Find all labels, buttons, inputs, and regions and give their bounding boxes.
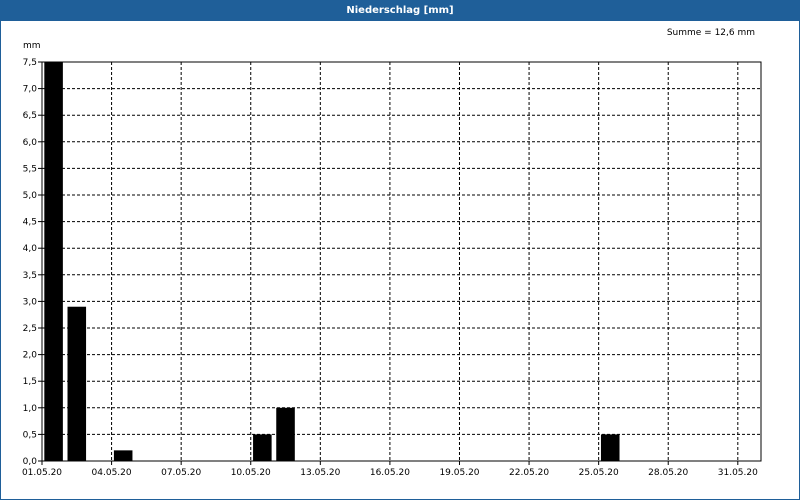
y-axis-unit-label: mm bbox=[23, 41, 41, 51]
precipitation-bar bbox=[67, 306, 87, 461]
y-tick-label: 4,5 bbox=[23, 218, 37, 228]
bar-layer bbox=[44, 62, 620, 461]
y-tick-label: 4,0 bbox=[23, 244, 38, 254]
summary-label: Summe = 12,6 mm bbox=[667, 28, 755, 38]
y-tick-label: 7,0 bbox=[23, 85, 38, 95]
y-tick-label: 3,5 bbox=[23, 271, 37, 281]
precipitation-bar bbox=[253, 434, 272, 461]
precipitation-bar bbox=[600, 434, 620, 461]
chart-title: Niederschlag [mm] bbox=[1, 1, 799, 21]
x-tick-label: 10.05.20 bbox=[231, 468, 271, 478]
y-tick-label: 6,5 bbox=[23, 111, 37, 121]
x-tick-label: 28.05.20 bbox=[648, 468, 688, 478]
y-tick-label: 5,0 bbox=[23, 191, 38, 201]
y-tick-label: 7,5 bbox=[23, 58, 37, 68]
y-tick-label: 5,5 bbox=[23, 164, 37, 174]
precipitation-bar bbox=[276, 407, 295, 461]
y-tick-label: 0,5 bbox=[23, 430, 37, 440]
y-tick-label: 1,0 bbox=[23, 404, 38, 414]
precipitation-bar bbox=[44, 62, 63, 461]
y-tick-label: 0,0 bbox=[23, 457, 38, 467]
grid-layer bbox=[41, 61, 762, 462]
x-tick-label: 19.05.20 bbox=[439, 468, 479, 478]
y-tick-label: 6,0 bbox=[23, 138, 38, 148]
y-tick-label: 3,0 bbox=[23, 297, 38, 307]
y-tick-label: 1,5 bbox=[23, 377, 37, 387]
x-tick-label: 13.05.20 bbox=[300, 468, 340, 478]
x-tick-label: 07.05.20 bbox=[161, 468, 201, 478]
y-tick-label: 2,5 bbox=[23, 324, 37, 334]
chart-window: Niederschlag [mm] Summe = 12,6 mm mm 0,0… bbox=[0, 0, 800, 500]
x-tick-label: 22.05.20 bbox=[509, 468, 549, 478]
precipitation-chart: Summe = 12,6 mm mm 0,0 0,5 1,0 1,5 2,0 2,5 3,0… bbox=[22, 28, 762, 478]
x-tick-label: 25.05.20 bbox=[579, 468, 619, 478]
x-tick-label: 31.05.20 bbox=[718, 468, 758, 478]
precipitation-bar bbox=[113, 450, 133, 461]
plot-frame bbox=[41, 61, 762, 462]
y-tick-label: 2,0 bbox=[23, 351, 38, 361]
x-tick-label: 16.05.20 bbox=[370, 468, 410, 478]
x-tick-label: 01.05.20 bbox=[22, 468, 62, 478]
x-tick-label: 04.05.20 bbox=[92, 468, 132, 478]
